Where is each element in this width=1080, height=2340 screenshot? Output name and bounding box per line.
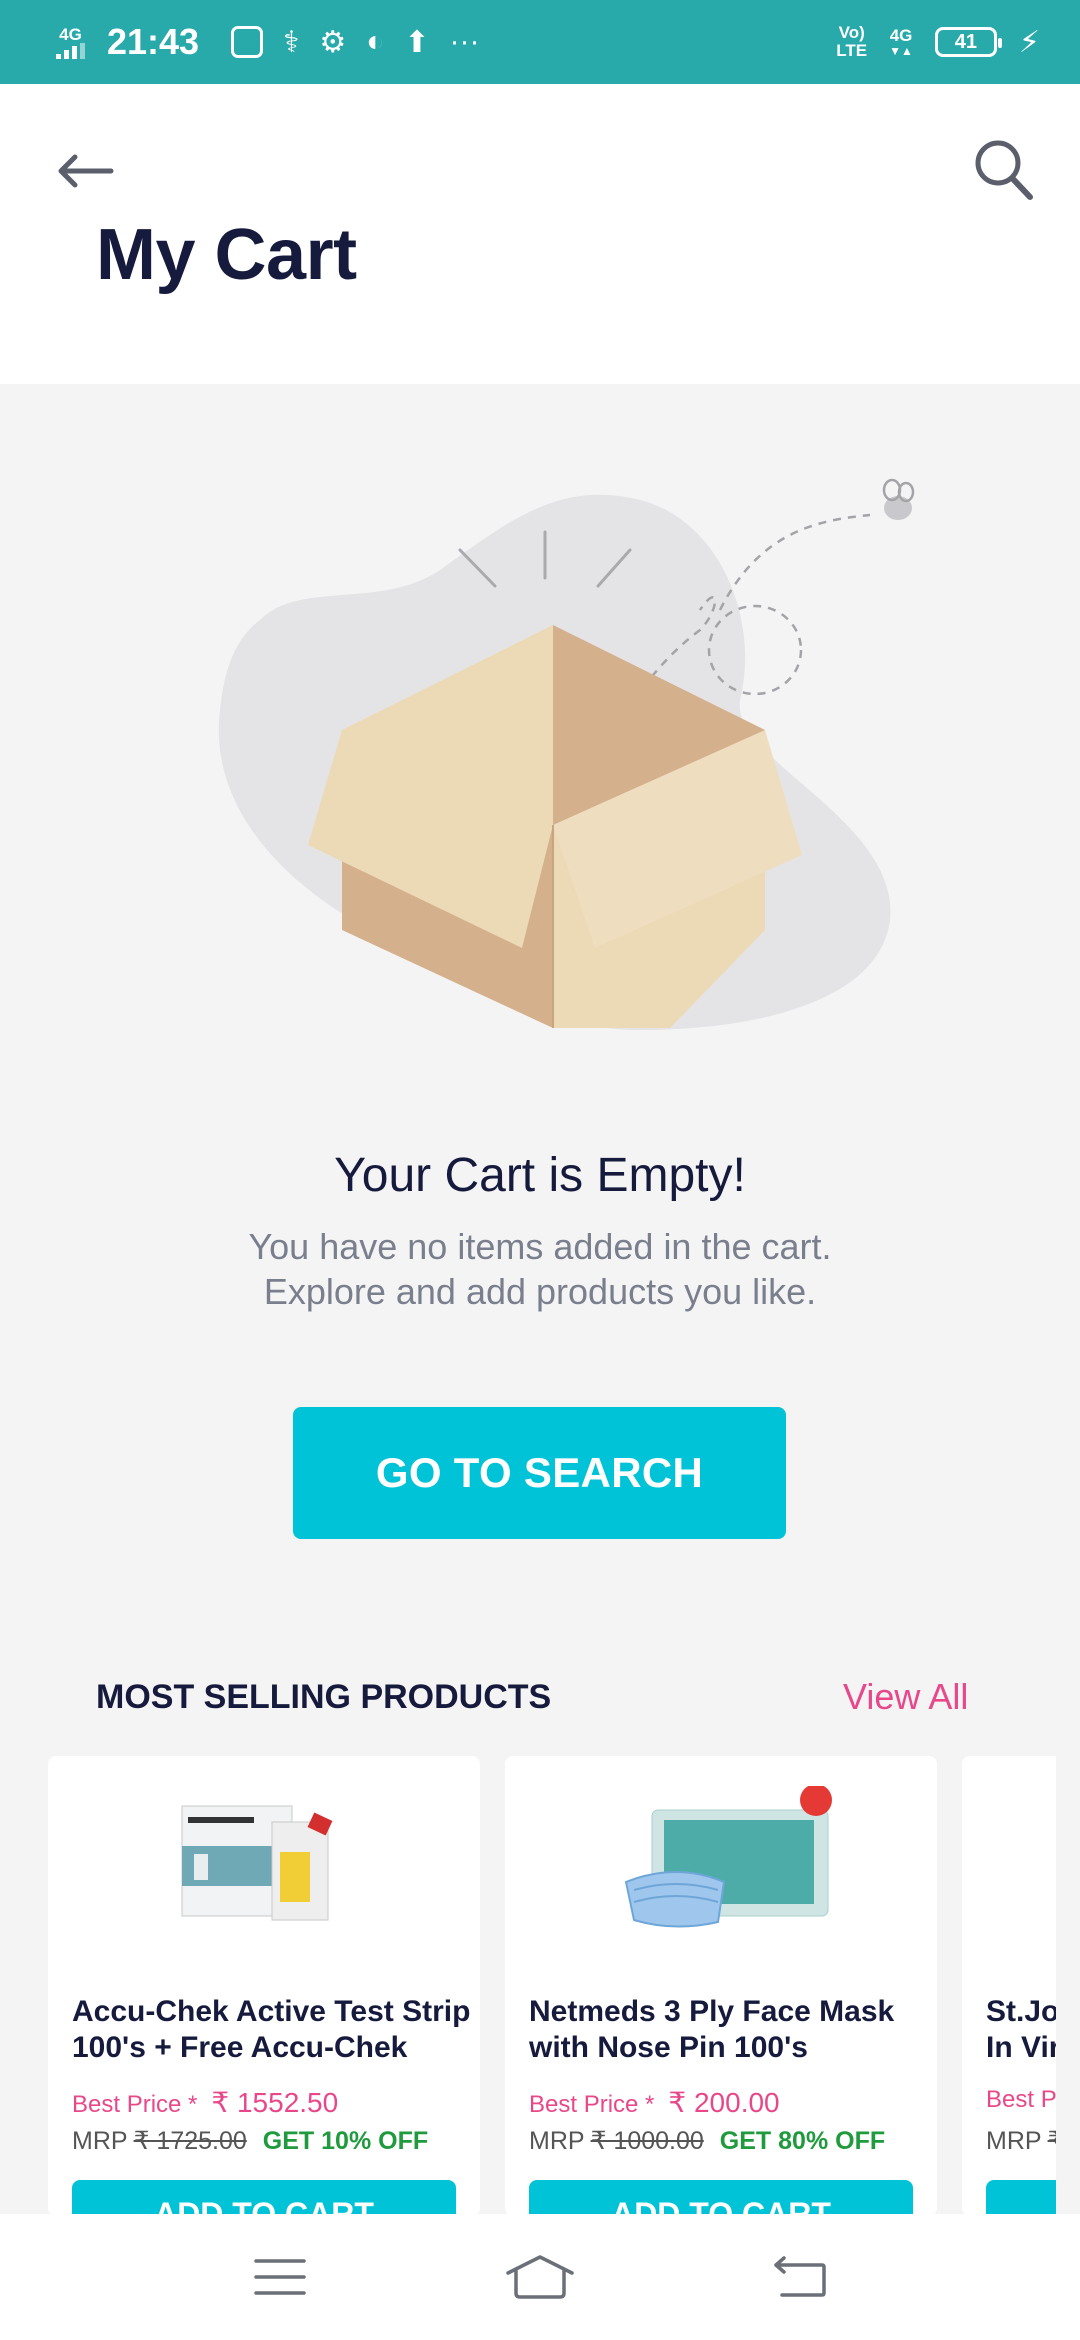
add-to-cart-button[interactable]: ADD TO CART (72, 2180, 456, 2216)
product-name-line1: Netmeds 3 Ply Face Mask (529, 1995, 895, 2028)
product-image (48, 1786, 480, 1936)
best-price-row: Best Price * ₹ 1552.50 (72, 2086, 338, 2119)
notification-icons: ⚕ ⚙ ◐ ⬆ ··· (231, 25, 479, 60)
product-name: St.Joh In Vir (986, 1994, 1056, 2066)
search-icon (975, 140, 1033, 200)
product-card[interactable]: St.Joh In Vir Best Pr MRP ₹ (962, 1756, 1056, 2216)
empty-cart-title: Your Cart is Empty! (334, 1149, 746, 1202)
back-nav-button[interactable] (760, 2237, 840, 2317)
volte-indicator: Vo) LTE (836, 24, 867, 60)
product-card[interactable]: Netmeds 3 Ply Face Mask with Nose Pin 10… (505, 1756, 937, 2216)
discount-label: GET 80% OFF (719, 2127, 886, 2155)
back-nav-icon (774, 2256, 826, 2297)
best-price-value: ₹ 1552.50 (211, 2087, 339, 2118)
home-button[interactable] (500, 2237, 580, 2317)
product-name: Netmeds 3 Ply Face Mask with Nose Pin 10… (529, 1994, 929, 2066)
bee-icon (882, 478, 915, 520)
charging-icon: ⚡ (1018, 25, 1040, 59)
best-price-row: Best Price * ₹ 200.00 (529, 2086, 780, 2119)
discount-label: GET 10% OFF (262, 2127, 429, 2155)
mrp-label: MRP (72, 2127, 128, 2155)
product-name-line2: In Vir (986, 2031, 1056, 2064)
system-nav-bar (0, 2214, 1080, 2340)
signal-indicator: 4G (56, 26, 85, 59)
product-image (505, 1786, 937, 1936)
best-price-label: Best Pr (986, 2086, 1056, 2113)
search-button[interactable] (968, 132, 1038, 206)
recents-button[interactable] (240, 2237, 320, 2317)
upload-icon: ⬆ (404, 25, 430, 59)
settings-icon: ⚙ (319, 25, 347, 59)
mrp-value: ₹ 1000.00 (590, 2127, 704, 2155)
volte-top-label: Vo) (838, 23, 865, 43)
product-name-line2: 100's + Free Accu-Chek (72, 2031, 408, 2064)
page-title: My Cart (96, 215, 357, 295)
clock: 21:43 (107, 21, 200, 62)
battery-icon: 41 (934, 27, 1002, 57)
best-price-value: ₹ 200.00 (668, 2087, 780, 2118)
view-all-link[interactable]: View All (843, 1676, 968, 1718)
mrp-row: MRP ₹ 1725.00 GET 10% OFF (72, 2126, 428, 2156)
status-left: 4G 21:43 ⚕ ⚙ ◐ ⬆ ··· (56, 21, 479, 63)
mrp-label: MRP (529, 2127, 585, 2155)
empty-cart-line2: Explore and add products you like. (263, 1271, 817, 1312)
app-notification-icon (231, 26, 264, 58)
product-name: Accu-Chek Active Test Strip 100's + Free… (72, 1994, 472, 2066)
home-icon (506, 2255, 574, 2299)
more-notifications-icon: ··· (449, 25, 480, 58)
product-card[interactable]: Accu-Chek Active Test Strip 100's + Free… (48, 1756, 480, 2216)
mrp-row: MRP ₹ 1000.00 GET 80% OFF (529, 2126, 885, 2156)
network-type-right-label: 4G (889, 25, 913, 45)
usb-icon: ⚕ (283, 25, 300, 59)
volte-bottom-label: LTE (836, 41, 868, 60)
battery-level: 41 (954, 30, 978, 53)
mrp-value: ₹ (1047, 2127, 1056, 2155)
mrp-label: MRP (986, 2127, 1042, 2155)
face-mask-pack-image (624, 1786, 832, 1928)
section-heading: MOST SELLING PRODUCTS (96, 1678, 552, 1716)
menu-icon (254, 2259, 306, 2295)
empty-cart-message: You have no items added in the cart. Exp… (0, 1224, 1080, 1314)
status-right: Vo) LTE 4G ▼▲ 41 ⚡ (836, 24, 1040, 60)
leaf-icon: ◐ (366, 25, 385, 58)
back-button[interactable] (50, 136, 120, 206)
product-carousel[interactable]: Accu-Chek Active Test Strip 100's + Free… (48, 1756, 1056, 2216)
signal-bars-icon (56, 42, 85, 59)
best-price-label: Best Price * (72, 2091, 198, 2118)
best-price-row: Best Pr (986, 2086, 1056, 2114)
go-to-search-button[interactable]: GO TO SEARCH (293, 1407, 786, 1539)
network-type-label: 4G (59, 24, 82, 44)
add-to-cart-button[interactable] (986, 2180, 1056, 2216)
app-header: My Cart (0, 84, 1080, 384)
product-name-line1: Accu-Chek Active Test Strip (72, 1995, 471, 2028)
status-bar: 4G 21:43 ⚕ ⚙ ◐ ⬆ ··· Vo) LTE 4G ▼▲ 41 ⚡ (0, 0, 1080, 84)
test-strip-box-image (181, 1805, 333, 1921)
mrp-row: MRP ₹ (986, 2126, 1056, 2156)
mrp-value: ₹ 1725.00 (133, 2127, 247, 2155)
best-price-label: Best Price * (529, 2091, 655, 2118)
add-to-cart-button[interactable]: ADD TO CART (529, 2180, 913, 2216)
product-name-line2: with Nose Pin 100's (529, 2031, 808, 2064)
data-arrows-icon: ▼▲ (889, 43, 913, 58)
back-arrow-icon (58, 154, 114, 188)
empty-cart-line1: You have no items added in the cart. (248, 1226, 832, 1267)
data-indicator: 4G ▼▲ (889, 25, 913, 58)
product-name-line1: St.Joh (986, 1995, 1056, 2028)
empty-box-illustration (218, 478, 915, 1030)
